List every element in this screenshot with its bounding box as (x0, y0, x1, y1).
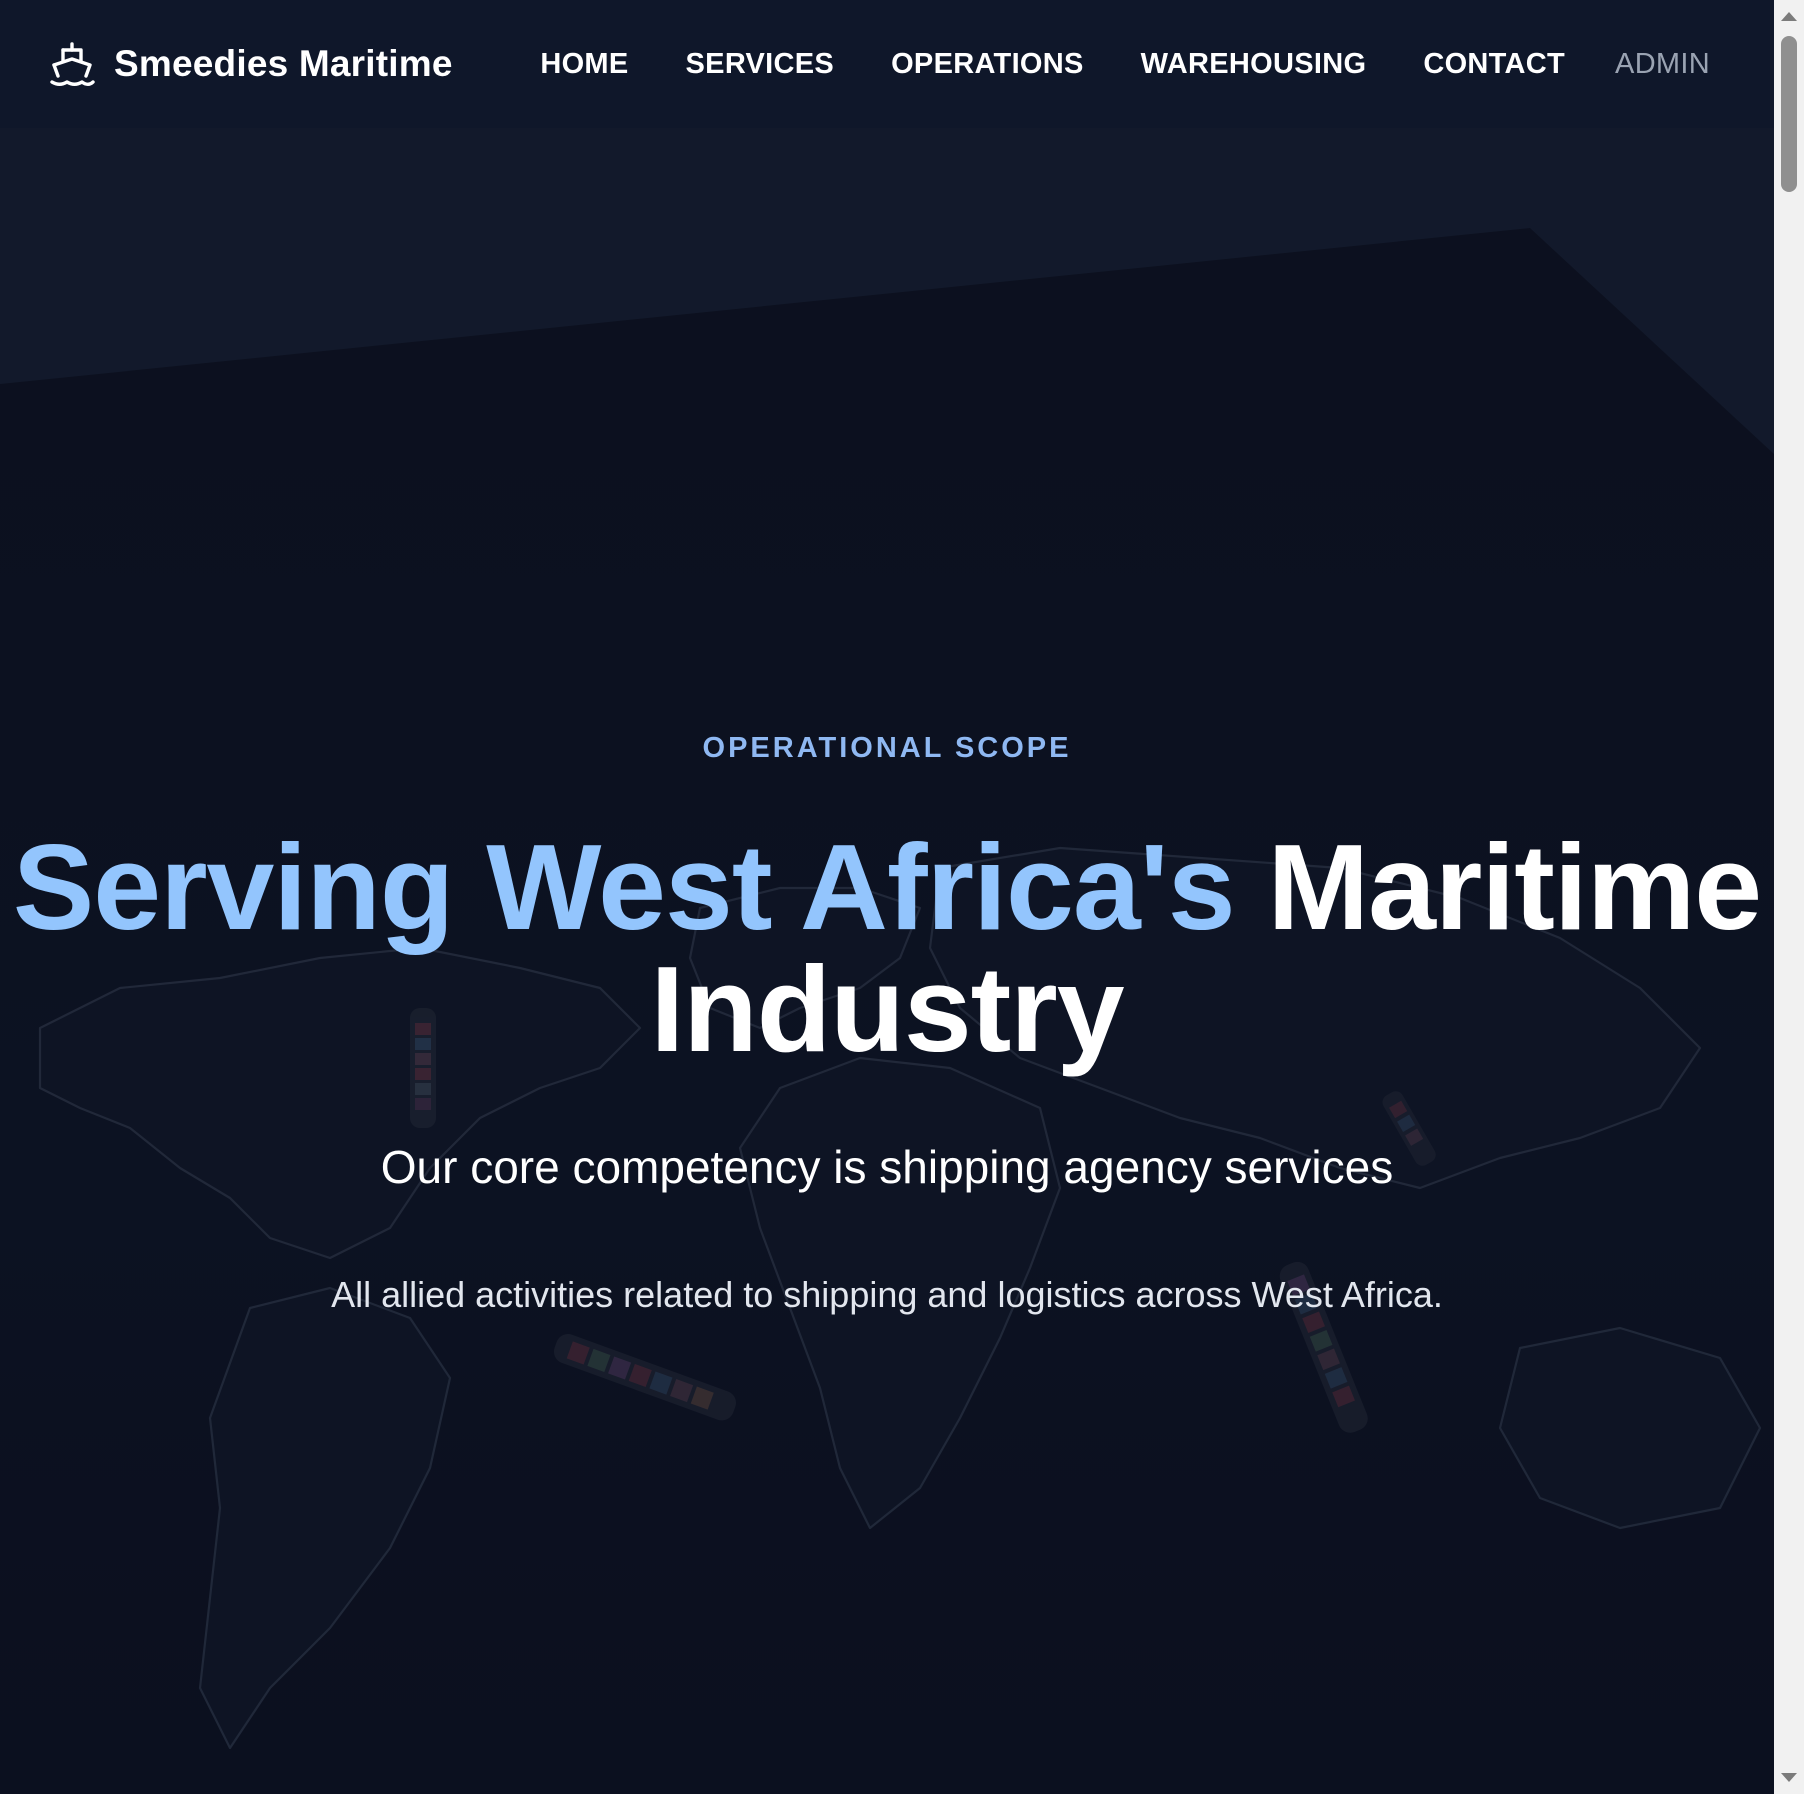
hero-eyebrow: OPERATIONAL SCOPE (702, 732, 1072, 764)
brand-name: Smeedies Maritime (114, 43, 453, 84)
nav-services-link[interactable]: SERVICES (686, 48, 835, 81)
hero-headline-accent: Serving West Africa's (12, 819, 1236, 955)
nav-warehousing-link[interactable]: WAREHOUSING (1141, 48, 1367, 81)
viewport: Smeedies Maritime HOME SERVICES OPERATIO… (0, 0, 1774, 1794)
ship-icon (50, 42, 95, 86)
nav-operations-link[interactable]: OPERATIONS (891, 48, 1084, 81)
nav-admin-link[interactable]: ADMIN (1615, 48, 1710, 81)
nav-contact-link[interactable]: CONTACT (1423, 48, 1565, 81)
vertical-scrollbar[interactable] (1774, 0, 1804, 1794)
scroll-down-arrow-icon[interactable] (1781, 1773, 1797, 1782)
top-navbar: Smeedies Maritime HOME SERVICES OPERATIO… (0, 0, 1774, 128)
hero-section: OPERATIONAL SCOPE Serving West Africa's … (0, 128, 1774, 1794)
scroll-up-arrow-icon[interactable] (1781, 12, 1797, 21)
hero-headline-plain-1: Maritime (1267, 819, 1762, 955)
hero-description: All allied activities related to shippin… (331, 1274, 1443, 1315)
brand-logo-link[interactable]: Smeedies Maritime (48, 0, 453, 128)
scrollbar-thumb[interactable] (1781, 36, 1797, 192)
hero-headline: Serving West Africa's Maritime Industry (0, 826, 1774, 1070)
main-nav: HOME SERVICES OPERATIONS WAREHOUSING CON… (483, 0, 1710, 128)
page: Smeedies Maritime HOME SERVICES OPERATIO… (0, 0, 1804, 1794)
nav-home-link[interactable]: HOME (540, 48, 628, 81)
hero-subheadline: Our core competency is shipping agency s… (380, 1141, 1394, 1193)
hero-headline-plain-2: Industry (650, 941, 1124, 1077)
